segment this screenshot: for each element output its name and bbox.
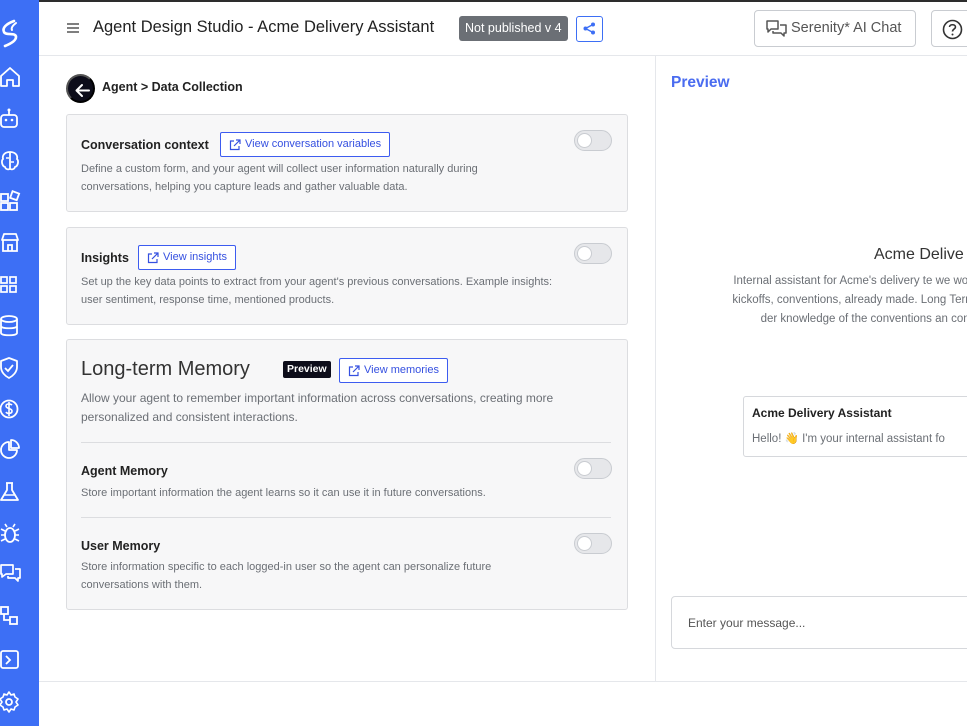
top-header: Agent Design Studio - Acme Delivery Assi… bbox=[39, 2, 967, 56]
message-sender: Acme Delivery Assistant bbox=[752, 406, 892, 420]
user-memory-toggle[interactable] bbox=[574, 533, 612, 554]
long-term-memory-description: Allow your agent to remember important i… bbox=[81, 391, 554, 424]
preview-title: Preview bbox=[671, 74, 730, 91]
agent-memory-description: Store important information the agent le… bbox=[81, 487, 486, 499]
conversation-context-description: Define a custom form, and your agent wil… bbox=[81, 163, 478, 193]
footer-divider bbox=[39, 681, 967, 682]
ai-chat-button-label: Serenity* AI Chat bbox=[791, 20, 902, 36]
conversation-context-toggle[interactable] bbox=[574, 130, 612, 151]
external-link-icon bbox=[147, 252, 159, 264]
robot-icon[interactable] bbox=[0, 107, 22, 131]
external-link-icon bbox=[348, 365, 360, 377]
insights-title: Insights bbox=[81, 251, 129, 265]
ai-chat-button[interactable]: Serenity* AI Chat bbox=[754, 10, 916, 47]
hamburger-menu-icon[interactable] bbox=[66, 21, 80, 35]
blocks-icon[interactable] bbox=[0, 190, 22, 214]
view-memories-button[interactable]: View memories bbox=[339, 358, 448, 383]
pie-chart-icon[interactable] bbox=[0, 438, 22, 462]
view-conversation-variables-button[interactable]: View conversation variables bbox=[220, 132, 391, 157]
conversation-context-card: Conversation context View conversation v… bbox=[66, 114, 628, 212]
home-icon[interactable] bbox=[0, 65, 22, 89]
page-title: Agent Design Studio - Acme Delivery Assi… bbox=[93, 18, 435, 36]
apps-grid-icon[interactable] bbox=[0, 273, 22, 297]
insights-card: Insights View insights Set up the key da… bbox=[66, 227, 628, 325]
terminal-icon[interactable] bbox=[0, 648, 22, 672]
message-input[interactable] bbox=[671, 596, 967, 649]
long-term-memory-card: Long-term Memory Preview View memories A… bbox=[66, 339, 628, 610]
insights-toggle[interactable] bbox=[574, 243, 612, 264]
view-insights-label: View insights bbox=[163, 251, 227, 263]
external-link-icon bbox=[229, 139, 241, 151]
view-insights-button[interactable]: View insights bbox=[138, 245, 236, 270]
agent-name: Acme Delive bbox=[874, 246, 964, 263]
brain-icon[interactable] bbox=[0, 149, 22, 173]
database-icon[interactable] bbox=[0, 314, 22, 338]
logo-icon[interactable] bbox=[0, 18, 22, 48]
chat-icon[interactable] bbox=[0, 562, 22, 586]
help-button[interactable] bbox=[931, 10, 967, 47]
message-text: Hello! 👋 I'm your internal assistant fo bbox=[752, 433, 945, 445]
sidebar bbox=[0, 0, 39, 726]
agent-memory-toggle[interactable] bbox=[574, 458, 612, 479]
store-icon[interactable] bbox=[0, 231, 22, 255]
preview-badge: Preview bbox=[283, 361, 331, 378]
preview-panel: Preview Acme Delive Internal assistant f… bbox=[656, 56, 967, 681]
shield-check-icon[interactable] bbox=[0, 356, 22, 380]
user-memory-description: Store information specific to each logge… bbox=[81, 561, 492, 591]
back-button[interactable] bbox=[66, 74, 95, 103]
breadcrumb: Agent > Data Collection bbox=[102, 80, 243, 94]
long-term-memory-title: Long-term Memory bbox=[81, 358, 250, 380]
user-memory-title: User Memory bbox=[81, 539, 161, 553]
view-memories-label: View memories bbox=[364, 364, 439, 376]
chat-message: Acme Delivery Assistant Hello! 👋 I'm you… bbox=[743, 396, 967, 457]
divider bbox=[81, 442, 611, 443]
flask-icon[interactable] bbox=[0, 480, 22, 504]
bug-icon[interactable] bbox=[0, 521, 22, 545]
workflow-icon[interactable] bbox=[0, 604, 22, 628]
share-button[interactable] bbox=[576, 16, 603, 42]
agent-memory-title: Agent Memory bbox=[81, 464, 168, 478]
insights-description: Set up the key data points to extract fr… bbox=[81, 276, 553, 306]
gear-icon[interactable] bbox=[0, 690, 22, 714]
divider bbox=[81, 517, 611, 518]
dollar-icon[interactable] bbox=[0, 397, 22, 421]
view-conversation-variables-label: View conversation variables bbox=[245, 138, 382, 150]
agent-description: Internal assistant for Acme's delivery t… bbox=[732, 275, 967, 325]
conversation-context-title: Conversation context bbox=[81, 138, 209, 152]
status-badge: Not published v 4 bbox=[459, 16, 568, 41]
